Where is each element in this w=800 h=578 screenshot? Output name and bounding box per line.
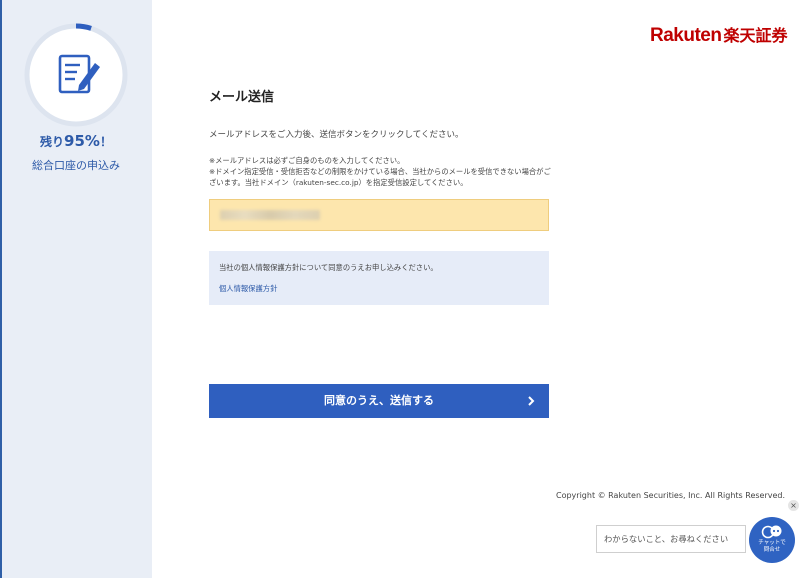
page-title: メール送信 [209,90,275,105]
note-line: ※ドメイン指定受信・受信拒否などの制限をかけている場合、当社からのメールを受信で… [209,167,551,187]
sidebar: 残り95%！ 総合口座の申込み [0,0,152,578]
sidebar-edge [0,0,2,578]
progress-ring [24,23,128,127]
chat-button[interactable]: チャットで 問合せ [749,517,795,563]
chat-input[interactable]: わからないこと、お尋ねください [596,525,746,553]
rakuten-logo: Rakuten 楽天証券 [650,22,787,47]
copyright: Copyright © Rakuten Securities, Inc. All… [556,491,786,500]
chat-robot-icon [761,525,782,539]
remaining-prefix: 残り [40,135,65,149]
submit-button-label: 同意のうえ、送信する [324,395,434,407]
instruction-text: メールアドレスをご入力後、送信ボタンをクリックしてください。 [209,130,464,140]
progress-label: 残り95%！ [0,132,152,150]
email-field[interactable] [209,199,549,231]
note-line: ※メールアドレスは必ずご自身のものを入力してください。 [209,156,405,165]
privacy-text: 当社の個人情報保護方針について同意のうえお申し込みください。 [219,263,438,272]
chevron-right-icon [528,396,535,406]
remaining-percent: 95% [64,132,100,150]
chat-label-line2: 問合せ [763,547,781,553]
logo-text-jp: 楽天証券 [723,28,788,45]
application-name: 総合口座の申込み [32,159,120,172]
chat-button-label: チャットで 問合せ [749,540,795,554]
email-value-redacted [220,210,320,220]
remaining-suffix: ！ [99,135,112,149]
privacy-notice: 当社の個人情報保護方針について同意のうえお申し込みください。 個人情報保護方針 [209,251,549,305]
privacy-policy-link[interactable]: 個人情報保護方針 [219,284,277,294]
chat-close-button[interactable]: × [788,500,799,511]
submit-button[interactable]: 同意のうえ、送信する [209,384,549,418]
chat-label-line1: チャットで [758,540,786,546]
notes: ※メールアドレスは必ずご自身のものを入力してください。 ※ドメイン指定受信・受信… [209,155,554,188]
logo-text-en: Rakuten [650,25,722,46]
